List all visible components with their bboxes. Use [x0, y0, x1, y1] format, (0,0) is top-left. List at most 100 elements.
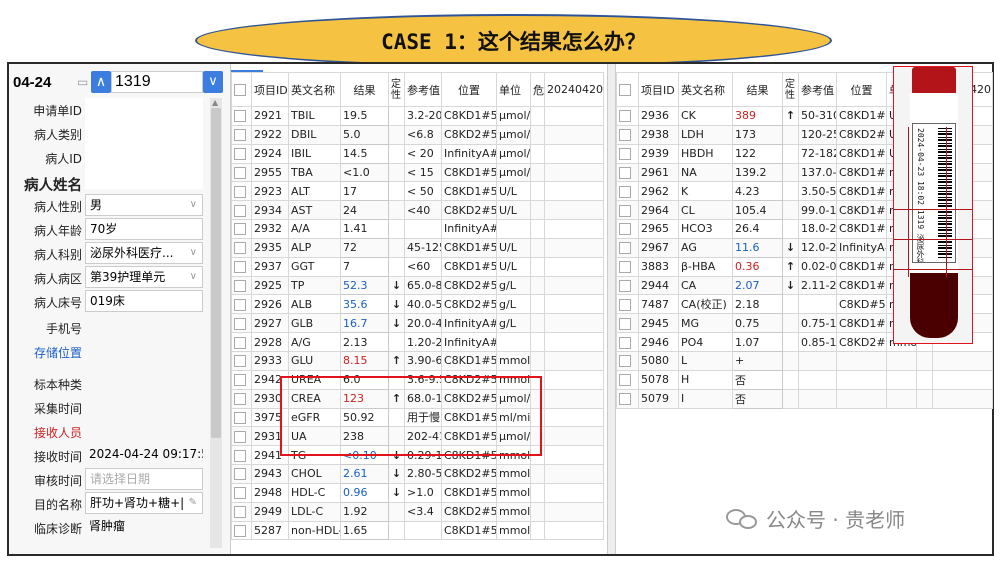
- table-row[interactable]: 5287non-HDL-1.65 C8KD1#548mmol/L: [231, 520, 604, 541]
- row-checkbox[interactable]: [616, 143, 639, 164]
- row-checkbox[interactable]: [616, 106, 639, 126]
- col-header-history-date[interactable]: 20240420: [544, 72, 604, 107]
- col-header-result[interactable]: 结果: [340, 72, 389, 107]
- table-row[interactable]: 5079 I 否: [616, 388, 993, 409]
- field-value[interactable]: 泌尿外科医疗... ∨: [85, 242, 203, 264]
- col-header-result[interactable]: 结果: [732, 72, 783, 107]
- col-header-ref[interactable]: 参考值: [404, 72, 442, 107]
- cell-result[interactable]: 19.5: [340, 106, 389, 126]
- scroll-up-icon[interactable]: ▲: [212, 98, 218, 107]
- checkbox[interactable]: [619, 298, 631, 311]
- row-checkbox[interactable]: [616, 369, 639, 390]
- cell-result[interactable]: 389: [732, 106, 783, 126]
- row-checkbox[interactable]: [231, 501, 252, 522]
- checkbox[interactable]: [619, 336, 631, 349]
- panel-divider[interactable]: [607, 64, 616, 554]
- previous-sample-button[interactable]: ∧: [91, 71, 111, 93]
- calendar-icon[interactable]: ▭: [77, 75, 91, 89]
- field-value[interactable]: 肾肿瘤: [85, 516, 203, 538]
- checkbox[interactable]: [234, 261, 246, 274]
- table-row[interactable]: 2932 A/A 1.41 InfinityA#: [231, 219, 604, 239]
- row-checkbox[interactable]: [231, 313, 252, 334]
- checkbox[interactable]: [234, 298, 246, 311]
- field-value[interactable]: 70岁: [85, 218, 203, 240]
- cell-result[interactable]: 122: [732, 143, 783, 164]
- cell-result[interactable]: 否: [732, 369, 783, 390]
- table-row[interactable]: 2948HDL-C0.96↓>1.0C8KD1#54mmol/L: [231, 482, 604, 503]
- table-row[interactable]: 2927GLB16.7↓20.0-40InfinityA#g/L: [231, 313, 604, 334]
- cell-result[interactable]: 0.75: [732, 313, 783, 334]
- table-row[interactable]: 2922DBIL5.0 <6.8C8KD2#54μmol/L: [231, 124, 604, 145]
- cell-result[interactable]: 4.23: [732, 181, 783, 202]
- table-row[interactable]: 2928A/G2.13 1.20-2.4InfinityA#: [231, 332, 604, 352]
- field-value[interactable]: 019床: [85, 290, 203, 312]
- table-row[interactable]: 2943CHOL2.61↓2.80-5.1C8KD2#54mmol/L: [231, 464, 604, 484]
- table-row[interactable]: 5078 H 否: [616, 369, 993, 390]
- field-value[interactable]: 请选择日期: [85, 468, 203, 490]
- cell-result[interactable]: 173: [732, 124, 783, 145]
- row-checkbox[interactable]: [231, 407, 252, 428]
- checkbox[interactable]: [619, 355, 631, 368]
- checkbox[interactable]: [234, 524, 246, 537]
- row-checkbox[interactable]: [231, 369, 252, 390]
- table-row[interactable]: 2925TP52.3↓65.0-85C8KD2#54g/L: [231, 275, 604, 296]
- cell-result[interactable]: 5.0: [340, 124, 389, 145]
- checkbox[interactable]: [234, 449, 246, 462]
- col-header-name[interactable]: 英文名称: [678, 72, 733, 107]
- select-all-checkbox[interactable]: [616, 72, 639, 107]
- cell-result[interactable]: 否: [732, 388, 783, 409]
- chevron-down-icon[interactable]: ∨: [190, 243, 197, 263]
- cell-result[interactable]: 26.4: [732, 219, 783, 239]
- table-row[interactable]: 2924IBIL14.5 < 20InfinityA#μmol/L: [231, 143, 604, 164]
- row-checkbox[interactable]: [231, 294, 252, 315]
- row-checkbox[interactable]: [231, 200, 252, 221]
- sample-number-input[interactable]: 1319: [111, 71, 203, 93]
- checkbox[interactable]: [619, 148, 631, 161]
- checkbox[interactable]: [234, 110, 246, 123]
- field-value[interactable]: 男 ∨: [85, 194, 203, 216]
- row-checkbox[interactable]: [231, 350, 252, 371]
- cell-result[interactable]: 16.7: [340, 313, 389, 334]
- checkbox[interactable]: [234, 129, 246, 142]
- cell-result[interactable]: 1.65: [340, 520, 389, 541]
- cell-result[interactable]: 8.15: [340, 350, 389, 371]
- checkbox[interactable]: [234, 506, 246, 519]
- col-header-location[interactable]: 位置: [441, 72, 497, 107]
- sample-dropdown-button[interactable]: ∨: [203, 71, 223, 93]
- cell-result[interactable]: 2.18: [732, 294, 783, 315]
- checkbox[interactable]: [234, 223, 246, 236]
- checkbox[interactable]: [234, 411, 246, 424]
- row-checkbox[interactable]: [616, 350, 639, 371]
- row-checkbox[interactable]: [616, 219, 639, 239]
- cell-result[interactable]: 2.13: [340, 332, 389, 352]
- row-checkbox[interactable]: [231, 162, 252, 183]
- checkbox[interactable]: [234, 374, 246, 387]
- checkbox[interactable]: [234, 430, 246, 443]
- table-row[interactable]: 2935ALP72 45-125C8KD1#54U/L: [231, 237, 604, 258]
- cell-result[interactable]: 2.07: [732, 275, 783, 296]
- row-checkbox[interactable]: [231, 256, 252, 277]
- checkbox[interactable]: [619, 317, 631, 330]
- table-row[interactable]: 5080 L +: [616, 350, 993, 371]
- row-checkbox[interactable]: [616, 162, 639, 183]
- checkbox[interactable]: [619, 110, 631, 123]
- cell-result[interactable]: 24: [340, 200, 389, 221]
- checkbox[interactable]: [619, 129, 631, 142]
- cell-result[interactable]: 35.6: [340, 294, 389, 315]
- cell-result[interactable]: 105.4: [732, 200, 783, 221]
- cell-result[interactable]: 1.92: [340, 501, 389, 522]
- checkbox[interactable]: [234, 166, 246, 179]
- col-header-id[interactable]: 项目ID: [251, 72, 289, 107]
- row-checkbox[interactable]: [231, 388, 252, 409]
- table-row[interactable]: 2921TBIL19.5 3.2-20.!C8KD1#54μmol/L: [231, 106, 604, 126]
- chevron-down-icon[interactable]: ∨: [190, 195, 197, 215]
- row-checkbox[interactable]: [616, 332, 639, 352]
- table-row[interactable]: 2949LDL-C1.92 <3.4C8KD2#54mmol/L: [231, 501, 604, 522]
- row-checkbox[interactable]: [616, 124, 639, 145]
- cell-result[interactable]: 11.6: [732, 237, 783, 258]
- cell-result[interactable]: 139.2: [732, 162, 783, 183]
- scrollbar-thumb[interactable]: [211, 108, 221, 438]
- col-header-ref[interactable]: 参考值: [798, 72, 837, 107]
- checkbox[interactable]: [234, 336, 246, 349]
- chevron-down-icon[interactable]: ∨: [190, 267, 197, 287]
